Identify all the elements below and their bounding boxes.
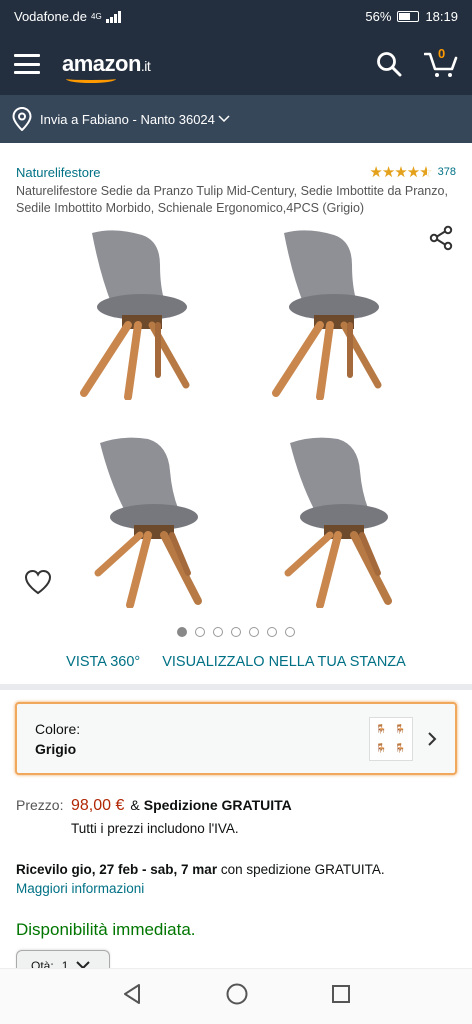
gallery-dot[interactable] <box>267 627 277 637</box>
recents-icon[interactable] <box>331 984 351 1009</box>
amazon-logo[interactable]: amazon.it <box>62 51 151 83</box>
image-gallery[interactable] <box>0 223 472 623</box>
view-360-link[interactable]: VISTA 360° <box>66 654 140 670</box>
price-row: Prezzo: 98,00 € & Spedizione GRATUITA <box>16 797 456 815</box>
gallery-dot[interactable] <box>195 627 205 637</box>
gallery-dot[interactable] <box>249 627 259 637</box>
logo-tld: .it <box>140 58 151 74</box>
availability-status: Disponibilità immediata. <box>16 920 196 939</box>
gallery-dots <box>0 627 472 637</box>
delivery-suffix: con spedizione GRATUITA. <box>217 862 385 877</box>
delivery-dates: Ricevilo gio, 27 feb - sab, 7 mar <box>16 862 218 877</box>
shipping-free: Spedizione GRATUITA <box>143 797 292 813</box>
carrier-name: Vodafone.de <box>14 9 88 24</box>
color-swatch-thumbnail: 🪑 🪑 🪑 🪑 <box>369 716 413 761</box>
section-divider <box>0 684 472 690</box>
product-content: Naturelifestore ★★★★★☆ 378 Naturelifesto… <box>0 143 472 940</box>
color-selector[interactable]: Colore: Grigio 🪑 🪑 🪑 🪑 <box>15 702 457 775</box>
chair-image-4 <box>284 437 392 608</box>
battery-icon <box>397 11 420 22</box>
deliver-to-text: Invia a Fabiano - Nanto 36024 <box>40 111 215 127</box>
price-amp: & <box>130 797 140 813</box>
brand-link[interactable]: Naturelifestore <box>16 165 101 180</box>
chair-image-2 <box>272 230 382 400</box>
price-value: 98,00 € <box>71 797 125 814</box>
battery-percent: 56% <box>365 9 392 24</box>
chevron-down-icon <box>218 115 230 123</box>
view-in-room-link[interactable]: VISUALIZZALO NELLA TUA STANZA <box>162 654 406 670</box>
iva-note: Tutti i prezzi includono l'IVA. <box>71 821 239 836</box>
gallery-dot[interactable] <box>213 627 223 637</box>
top-navigation: amazon.it 0 <box>0 33 472 95</box>
logo-smile <box>66 75 116 83</box>
rating-count[interactable]: 378 <box>438 166 456 178</box>
status-bar: Vodafone.de 4G 56% 18:19 <box>0 0 472 33</box>
cart-count: 0 <box>438 46 446 61</box>
gallery-dot[interactable] <box>177 627 187 637</box>
delivery-info: Ricevilo gio, 27 feb - sab, 7 mar con sp… <box>16 860 456 898</box>
chair-image-3 <box>94 437 202 608</box>
product-title: Naturelifestore Sedie da Pranzo Tulip Mi… <box>16 184 448 215</box>
signal-icon <box>105 10 121 23</box>
chevron-right-icon <box>428 731 437 746</box>
deliver-to-bar[interactable]: Invia a Fabiano - Nanto 36024 <box>0 95 472 143</box>
color-label: Colore: <box>35 720 81 737</box>
search-icon[interactable] <box>376 51 402 77</box>
share-icon[interactable] <box>428 225 454 251</box>
menu-icon[interactable] <box>14 54 40 74</box>
gallery-dot[interactable] <box>285 627 295 637</box>
view-links: VISTA 360° VISUALIZZALO NELLA TUA STANZA <box>0 654 472 670</box>
color-value: Grigio <box>35 740 77 757</box>
back-icon[interactable] <box>121 983 143 1010</box>
gallery-dot[interactable] <box>231 627 241 637</box>
star-rating-icon: ★★★★★☆ <box>369 164 432 181</box>
android-navigation-bar <box>0 968 472 1024</box>
heart-icon[interactable] <box>24 569 52 595</box>
logo-text: amazon <box>62 51 141 76</box>
cart-button[interactable]: 0 <box>423 46 458 78</box>
clock: 18:19 <box>425 9 458 24</box>
home-icon[interactable] <box>225 982 249 1011</box>
carrier-info: Vodafone.de 4G <box>14 9 365 24</box>
rating[interactable]: ★★★★★☆ 378 <box>369 163 456 181</box>
location-pin-icon <box>12 107 32 131</box>
chair-image-1 <box>80 230 190 400</box>
network-type: 4G <box>91 12 102 21</box>
price-label: Prezzo: <box>16 797 64 813</box>
more-info-link[interactable]: Maggiori informazioni <box>16 881 144 896</box>
